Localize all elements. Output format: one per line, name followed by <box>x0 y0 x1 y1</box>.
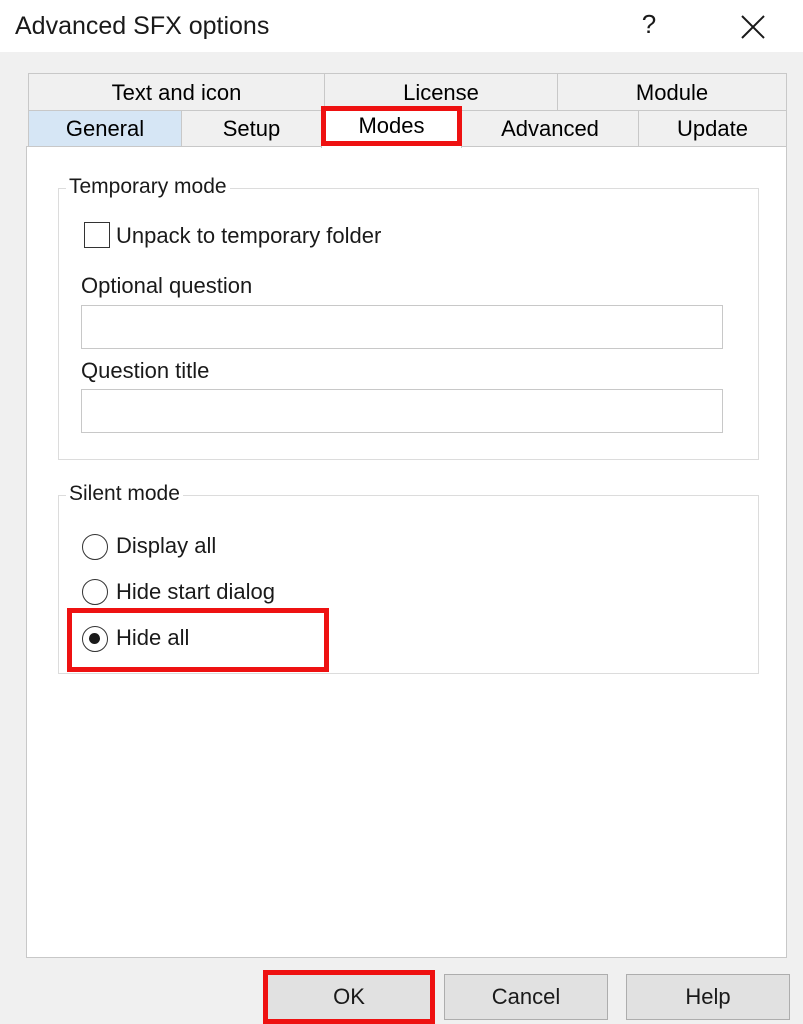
advanced-sfx-options-dialog: Advanced SFX options ? Text and icon Lic… <box>0 0 803 1024</box>
tab-label: Update <box>677 116 748 141</box>
tab-label: General <box>65 116 145 141</box>
unpack-to-temporary-folder-checkbox[interactable] <box>84 222 110 248</box>
tab-label: Modes <box>358 113 425 138</box>
tab-setup[interactable]: Setup <box>181 110 322 147</box>
hide-all-label: Hide all <box>116 625 190 650</box>
tab-text-and-icon[interactable]: Text and icon <box>28 73 325 111</box>
help-button[interactable]: Help <box>626 974 790 1020</box>
tab-label: Module <box>635 80 709 105</box>
display-all-label: Display all <box>116 533 217 558</box>
tab-general[interactable]: General <box>28 110 182 147</box>
window-title: Advanced SFX options <box>15 12 270 40</box>
tab-update[interactable]: Update <box>638 110 787 147</box>
tab-label: Advanced <box>501 116 599 141</box>
modes-tab-panel: Temporary mode Unpack to temporary folde… <box>26 146 787 958</box>
cancel-button[interactable]: Cancel <box>444 974 608 1020</box>
tab-license[interactable]: License <box>324 73 558 111</box>
hide-start-dialog-label: Hide start dialog <box>116 579 275 604</box>
help-question-icon[interactable]: ? <box>636 9 662 43</box>
question-title-input[interactable] <box>81 389 723 433</box>
hide-all-radio[interactable] <box>82 626 108 652</box>
tab-label: Setup <box>222 116 281 141</box>
ok-button[interactable]: OK <box>266 974 432 1020</box>
close-icon[interactable] <box>738 12 768 42</box>
silent-mode-legend: Silent mode <box>66 482 183 506</box>
question-title-label: Question title <box>81 358 210 383</box>
tab-label: License <box>403 80 479 105</box>
tab-advanced[interactable]: Advanced <box>461 110 639 147</box>
tab-label: Text and icon <box>111 80 242 105</box>
hide-start-dialog-radio[interactable] <box>82 579 108 605</box>
title-bar: Advanced SFX options ? <box>0 0 803 52</box>
tab-module[interactable]: Module <box>557 73 787 111</box>
optional-question-label: Optional question <box>81 273 253 298</box>
optional-question-input[interactable] <box>81 305 723 349</box>
temporary-mode-legend: Temporary mode <box>66 175 230 199</box>
unpack-to-temporary-folder-label: Unpack to temporary folder <box>116 223 382 248</box>
tab-modes[interactable]: Modes <box>321 108 462 148</box>
display-all-radio[interactable] <box>82 534 108 560</box>
